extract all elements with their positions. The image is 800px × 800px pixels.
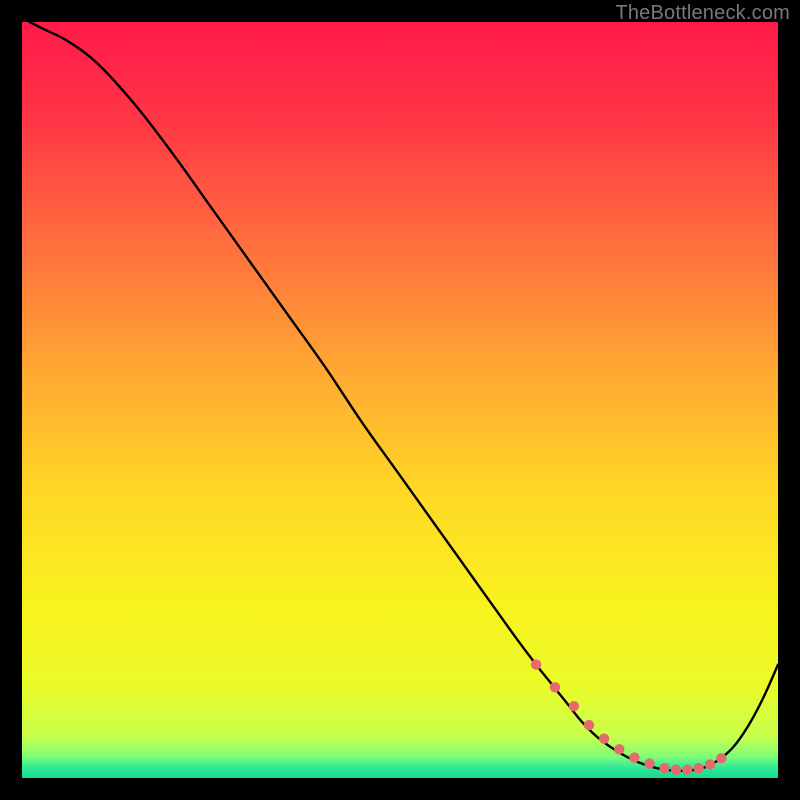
highlight-dot — [693, 763, 703, 773]
highlight-dot — [531, 659, 541, 669]
highlight-dot — [614, 744, 624, 754]
highlight-dot — [584, 720, 594, 730]
highlight-dot — [716, 753, 726, 763]
chart-frame: TheBottleneck.com — [0, 0, 800, 800]
highlight-dot — [644, 758, 654, 768]
highlight-dot — [550, 682, 560, 692]
highlight-dot — [705, 759, 715, 769]
highlight-dot — [671, 764, 681, 774]
highlight-dots — [22, 22, 778, 778]
highlight-dot — [682, 764, 692, 774]
highlight-dot — [659, 763, 669, 773]
watermark-text: TheBottleneck.com — [615, 2, 790, 25]
plot-area — [22, 22, 778, 778]
highlight-dot — [629, 752, 639, 762]
highlight-dot — [569, 701, 579, 711]
highlight-dot — [599, 733, 609, 743]
